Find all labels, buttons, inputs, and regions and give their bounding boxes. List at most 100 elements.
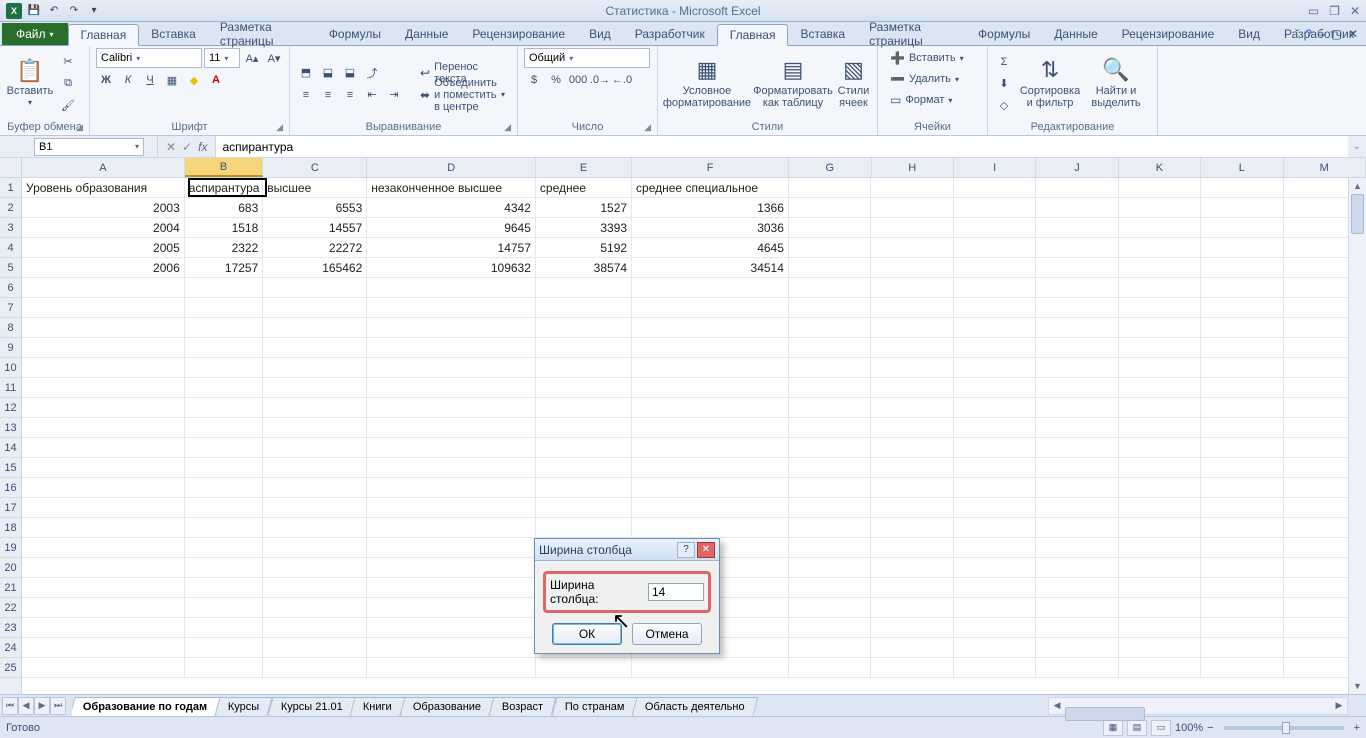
row-header[interactable]: 18 [0, 518, 21, 538]
sheet-tab[interactable]: Книги [350, 697, 406, 716]
cell[interactable]: 2006 [22, 258, 185, 277]
cell[interactable] [1201, 338, 1283, 357]
cell[interactable] [1036, 398, 1118, 417]
cell[interactable] [1036, 238, 1118, 257]
cell[interactable] [1036, 258, 1118, 277]
cell[interactable] [789, 238, 871, 257]
column-header[interactable]: G [789, 158, 871, 177]
row-header[interactable]: 21 [0, 578, 21, 598]
font-name-combo[interactable]: Calibri▾ [96, 48, 202, 68]
cell[interactable] [1201, 218, 1283, 237]
cell[interactable]: высшее [263, 178, 367, 197]
row-header[interactable]: 11 [0, 378, 21, 398]
dialog-titlebar[interactable]: Ширина столбца ? ✕ [535, 539, 719, 561]
tab-nav-next-icon[interactable]: ▶ [34, 697, 50, 715]
decrease-font-icon[interactable]: A▾ [264, 48, 284, 68]
cell[interactable] [871, 478, 953, 497]
cell[interactable] [1119, 638, 1201, 657]
cell[interactable] [632, 478, 789, 497]
ribbon-minimize-icon[interactable]: ˇ [1295, 27, 1299, 41]
row-header[interactable]: 10 [0, 358, 21, 378]
cell[interactable] [789, 198, 871, 217]
sheet-tab[interactable]: Возраст [489, 697, 557, 716]
cell[interactable] [789, 218, 871, 237]
cell[interactable]: 109632 [367, 258, 536, 277]
dialog-help-icon[interactable]: ? [677, 542, 695, 558]
cell[interactable] [632, 418, 789, 437]
cell[interactable] [263, 378, 367, 397]
cell[interactable] [871, 218, 953, 237]
cell[interactable] [185, 638, 264, 657]
cell[interactable] [1119, 338, 1201, 357]
cell[interactable] [954, 258, 1036, 277]
cell[interactable] [22, 558, 185, 577]
ribbon-tab[interactable]: Разметка страницы [208, 23, 317, 45]
cell[interactable] [1036, 458, 1118, 477]
cell[interactable] [263, 658, 367, 677]
ribbon-tab[interactable]: Разработчик [623, 23, 717, 45]
cell[interactable] [789, 478, 871, 497]
cell[interactable] [185, 338, 264, 357]
inc-decimal-icon[interactable]: .0→ [590, 70, 610, 90]
cell[interactable] [22, 478, 185, 497]
increase-font-icon[interactable]: A▴ [242, 48, 262, 68]
cell[interactable] [954, 298, 1036, 317]
indent-dec-icon[interactable]: ⇤ [362, 85, 382, 105]
cell[interactable] [789, 438, 871, 457]
name-box[interactable]: B1▾ [34, 138, 144, 156]
cell[interactable] [22, 278, 185, 297]
cell[interactable] [22, 418, 185, 437]
cell[interactable] [789, 498, 871, 517]
launcher-icon[interactable]: ◢ [644, 122, 651, 133]
cell[interactable] [632, 438, 789, 457]
cell[interactable] [871, 578, 953, 597]
cell[interactable] [263, 478, 367, 497]
cell[interactable] [367, 518, 536, 537]
cell[interactable] [536, 298, 632, 317]
cell[interactable]: среднее специальное [632, 178, 789, 197]
column-header[interactable]: A [22, 158, 185, 177]
cell[interactable]: 14557 [263, 218, 367, 237]
cell[interactable] [367, 478, 536, 497]
cell[interactable] [185, 478, 264, 497]
cell[interactable] [1119, 498, 1201, 517]
cell[interactable] [1201, 438, 1283, 457]
cell[interactable] [536, 438, 632, 457]
cell[interactable] [871, 518, 953, 537]
horizontal-scrollbar[interactable]: ◀ ▶ [1048, 697, 1348, 715]
currency-icon[interactable]: $ [524, 70, 544, 90]
cell[interactable] [1201, 578, 1283, 597]
cell[interactable] [871, 378, 953, 397]
cell[interactable] [1201, 518, 1283, 537]
cell[interactable] [1201, 198, 1283, 217]
cell[interactable] [1036, 478, 1118, 497]
cell[interactable] [367, 398, 536, 417]
ribbon-tab[interactable]: Данные [393, 23, 460, 45]
cell[interactable] [185, 578, 264, 597]
cell[interactable] [367, 338, 536, 357]
cell[interactable] [871, 198, 953, 217]
cell[interactable] [22, 618, 185, 637]
cell[interactable] [1119, 458, 1201, 477]
cell[interactable] [632, 358, 789, 377]
column-header[interactable]: F [632, 158, 789, 177]
cell[interactable] [367, 458, 536, 477]
cell[interactable] [1036, 198, 1118, 217]
cell[interactable] [1119, 178, 1201, 197]
cell[interactable] [263, 638, 367, 657]
cell[interactable] [1119, 398, 1201, 417]
cell[interactable] [367, 558, 536, 577]
mdi-minimize-icon[interactable]: – [1318, 27, 1325, 41]
align-left-icon[interactable]: ≡ [296, 85, 316, 105]
cell[interactable] [871, 238, 953, 257]
cell[interactable] [22, 638, 185, 657]
cell[interactable] [789, 538, 871, 557]
expand-formula-icon[interactable]: ⌄ [1348, 136, 1366, 157]
cell[interactable] [954, 598, 1036, 617]
cell[interactable] [954, 278, 1036, 297]
cell[interactable] [22, 358, 185, 377]
scroll-left-icon[interactable]: ◀ [1049, 698, 1065, 714]
zoom-level[interactable]: 100% [1175, 722, 1203, 734]
cell[interactable] [954, 558, 1036, 577]
cell[interactable] [263, 318, 367, 337]
